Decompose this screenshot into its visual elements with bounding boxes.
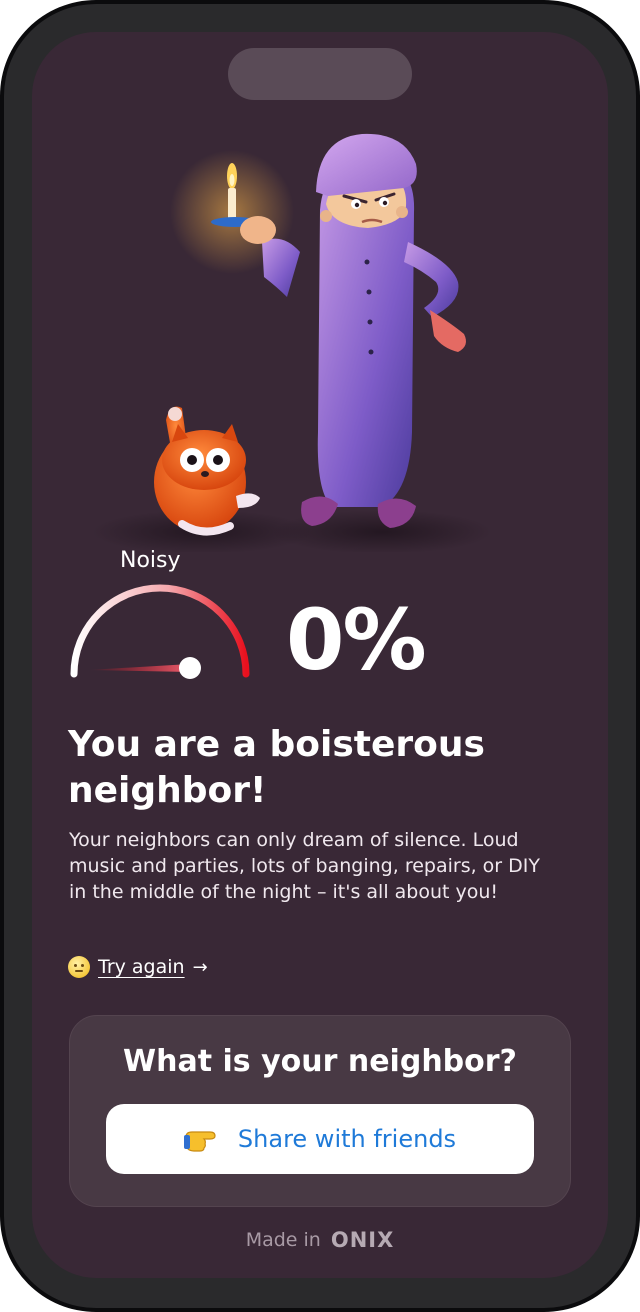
arrow-right-icon: →: [192, 956, 208, 978]
made-in-text: Made in: [245, 1229, 321, 1251]
share-button-label: Share with friends: [237, 1125, 457, 1153]
dynamic-island: [228, 48, 412, 100]
noise-gauge: [70, 584, 250, 679]
onix-logo[interactable]: ONIX: [331, 1228, 394, 1252]
result-percent: 0%: [286, 591, 427, 689]
pointing-hand-icon: [183, 1131, 216, 1152]
try-again-link[interactable]: Try again →: [68, 956, 208, 978]
footer: Made in ONIX: [32, 1228, 608, 1252]
gauge-arc: [70, 584, 250, 678]
share-card: What is your neighbor? Share with friend…: [69, 1015, 571, 1207]
share-card-title: What is your neighbor?: [123, 1044, 517, 1079]
share-with-friends-button[interactable]: Share with friends: [106, 1104, 534, 1174]
screen: Noisy 0% You are a boisterous neighbor! …: [32, 32, 608, 1278]
neutral-face-icon: [68, 956, 90, 978]
try-again-label[interactable]: Try again: [98, 956, 185, 978]
gauge-pivot: [179, 657, 201, 679]
result-headline: You are a boisterous neighbor!: [68, 724, 485, 811]
hero-illustration: [92, 133, 492, 552]
result-description: Your neighbors can only dream of silence…: [69, 829, 540, 903]
phone-frame: Noisy 0% You are a boisterous neighbor! …: [0, 0, 640, 1312]
shadow-group: [92, 510, 492, 552]
gauge-needle: [88, 664, 190, 672]
gauge-label: Noisy: [120, 548, 181, 573]
